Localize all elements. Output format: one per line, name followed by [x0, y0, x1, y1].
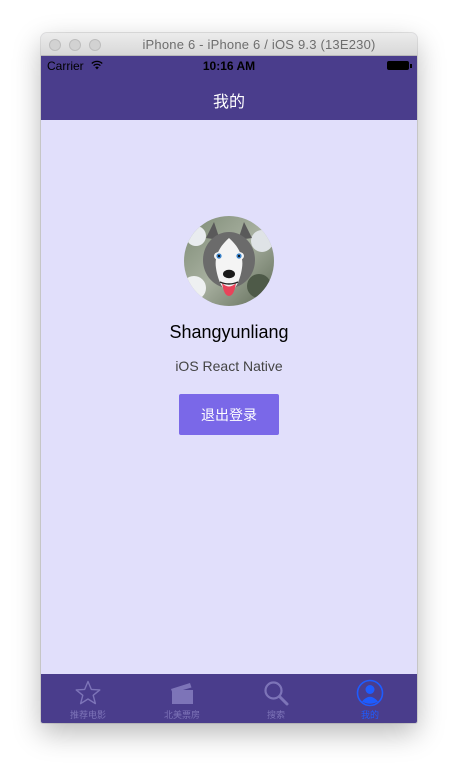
tab-label: 搜索	[266, 710, 285, 720]
tab-box-office[interactable]: 北美票房	[135, 674, 229, 723]
star-icon	[75, 680, 101, 705]
simulator-window: iPhone 6 - iPhone 6 / iOS 9.3 (13E230) C…	[41, 33, 417, 723]
search-icon	[264, 681, 289, 706]
username: Shangyunliang	[169, 322, 289, 342]
tab-search[interactable]: 搜索	[229, 674, 323, 723]
avatar	[184, 216, 274, 306]
close-window-button[interactable]	[49, 39, 61, 51]
logout-button[interactable]: 退出登录	[179, 394, 279, 435]
battery-icon	[387, 61, 412, 70]
tab-bar: 推荐电影 北美票房 搜索 我的	[41, 674, 417, 723]
tab-label: 我的	[360, 710, 379, 720]
navigation-bar: 我的	[41, 76, 417, 120]
zoom-window-button[interactable]	[89, 39, 101, 51]
status-time: 10:16 AM	[202, 59, 256, 73]
husky-avatar-image	[184, 216, 274, 306]
minimize-window-button[interactable]	[69, 39, 81, 51]
tab-mine[interactable]: 我的	[323, 674, 417, 723]
status-bar: Carrier 10:16 AM	[41, 56, 417, 76]
clapperboard-icon	[171, 683, 193, 704]
user-subtitle: iOS React Native	[175, 358, 283, 374]
page-title: 我的	[212, 94, 245, 111]
window-titlebar[interactable]: iPhone 6 - iPhone 6 / iOS 9.3 (13E230)	[41, 33, 417, 56]
tab-label: 推荐电影	[69, 710, 106, 720]
profile-content: Shangyunliang iOS React Native 退出登录	[41, 120, 417, 674]
tab-label: 北美票房	[163, 710, 200, 720]
tab-recommended-movies[interactable]: 推荐电影	[41, 674, 135, 723]
window-title: iPhone 6 - iPhone 6 / iOS 9.3 (13E230)	[142, 37, 376, 52]
user-icon	[356, 679, 384, 707]
